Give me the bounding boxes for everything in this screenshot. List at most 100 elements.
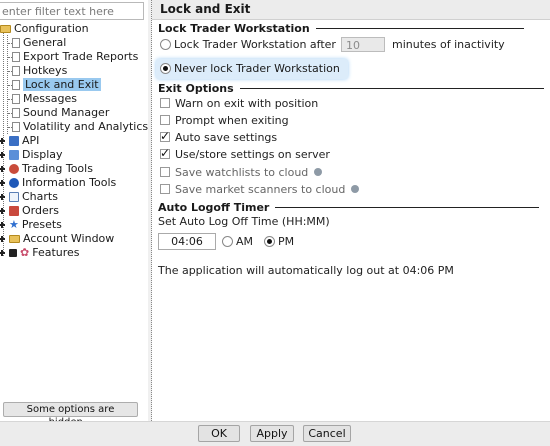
tree-item-label: Presets	[21, 218, 62, 231]
tree-item-features[interactable]: ✿ Features	[0, 246, 80, 260]
hidden-options-button[interactable]: Some options are hidden...	[3, 402, 138, 428]
panel-splitter[interactable]	[148, 0, 152, 421]
warn-on-exit-checkbox[interactable]	[160, 98, 170, 108]
tree-item-label: Lock and Exit	[23, 78, 101, 91]
tree-item-label: Account Window	[23, 232, 115, 245]
save-watchlists-option[interactable]: Save watchlists to cloud	[160, 165, 323, 181]
warn-on-exit-option[interactable]: Warn on exit with position	[160, 96, 318, 112]
pm-radio[interactable]	[264, 235, 275, 247]
minutes-suffix: minutes of inactivity	[392, 38, 505, 51]
tree-item-label: Export Trade Reports	[23, 50, 139, 63]
auto-save-checkbox[interactable]	[160, 128, 170, 144]
tree-item-api[interactable]: API	[0, 134, 39, 148]
never-lock-option[interactable]: Never lock Trader Workstation	[156, 59, 348, 79]
inactivity-minutes-input[interactable]: 10	[341, 37, 385, 52]
tree-item-information-tools[interactable]: Information Tools	[0, 176, 116, 190]
tree-item-label: Hotkeys	[23, 64, 68, 77]
am-label: AM	[236, 235, 254, 248]
tree-item-export-trade-reports[interactable]: Export Trade Reports	[12, 50, 138, 64]
tree-item-general[interactable]: General	[12, 36, 66, 50]
section-divider	[239, 88, 544, 89]
option-label: Save market scanners to cloud	[175, 183, 346, 196]
logoff-time-input[interactable]: 04:06	[158, 233, 216, 250]
page-icon	[12, 122, 20, 132]
tree-item-sound-manager[interactable]: Sound Manager	[12, 106, 109, 120]
option-label: Warn on exit with position	[175, 97, 319, 110]
page-icon	[12, 38, 20, 48]
section-divider	[275, 207, 540, 208]
tree-item-messages[interactable]: Messages	[12, 92, 77, 106]
tree-item-label: Sound Manager	[23, 106, 110, 119]
section-title: Exit Options	[158, 82, 234, 95]
tree-item-display[interactable]: Display	[0, 148, 63, 162]
lock-after-option[interactable]: Lock Trader Workstation after	[160, 37, 336, 53]
page-icon	[12, 80, 20, 90]
monitor-icon	[9, 150, 19, 160]
pm-label: PM	[278, 235, 295, 248]
folder-icon	[9, 235, 20, 243]
prompt-when-exiting-option[interactable]: Prompt when exiting	[160, 113, 289, 129]
trading-tools-icon	[9, 164, 19, 174]
expand-icon[interactable]	[0, 250, 5, 256]
section-divider	[315, 28, 524, 29]
page-icon	[12, 66, 20, 76]
option-label: Save watchlists to cloud	[175, 166, 309, 179]
option-label: Auto save settings	[175, 131, 278, 144]
expand-icon[interactable]	[0, 222, 5, 228]
info-icon[interactable]	[351, 185, 360, 193]
am-option[interactable]: AM	[222, 234, 253, 250]
section-title: Auto Logoff Timer	[158, 201, 270, 214]
lock-after-radio[interactable]	[160, 38, 171, 50]
checkbox-icon[interactable]	[9, 249, 17, 257]
logoff-section-heading: Auto Logoff Timer	[158, 201, 540, 214]
section-title: Lock Trader Workstation	[158, 22, 310, 35]
page-icon	[12, 52, 20, 62]
expand-icon[interactable]	[0, 166, 5, 172]
apply-button[interactable]: Apply	[250, 425, 294, 442]
option-label: Prompt when exiting	[175, 114, 289, 127]
am-radio[interactable]	[222, 235, 233, 247]
expand-icon[interactable]	[0, 180, 5, 186]
tree-item-label: Charts	[22, 190, 58, 203]
tree-item-volatility-and-analytics[interactable]: Volatility and Analytics	[12, 120, 148, 134]
never-lock-radio[interactable]	[160, 62, 171, 74]
tree-item-configuration[interactable]: Configuration	[0, 22, 89, 36]
lock-after-label: Lock Trader Workstation after	[174, 38, 336, 51]
store-on-server-option[interactable]: Use/store settings on server	[160, 145, 330, 163]
auto-save-option[interactable]: Auto save settings	[160, 128, 278, 146]
info-icon[interactable]	[314, 168, 323, 176]
star-icon: ★	[9, 218, 19, 231]
expand-icon[interactable]	[0, 152, 5, 158]
filter-input[interactable]	[0, 2, 144, 20]
tree-item-label: Orders	[22, 204, 59, 217]
tree-item-orders[interactable]: Orders	[0, 204, 59, 218]
tree-item-trading-tools[interactable]: Trading Tools	[0, 162, 93, 176]
save-scanners-checkbox[interactable]	[160, 184, 170, 194]
chart-icon	[9, 192, 19, 202]
api-icon	[9, 136, 19, 146]
never-lock-content: Never lock Trader Workstation	[158, 62, 340, 75]
tree-item-label: API	[22, 134, 40, 147]
expand-icon[interactable]	[0, 236, 5, 242]
expand-icon[interactable]	[0, 194, 5, 200]
panel-header: Lock and Exit	[152, 0, 550, 20]
save-watchlists-checkbox[interactable]	[160, 167, 170, 177]
tree-item-charts[interactable]: Charts	[0, 190, 58, 204]
logoff-time-label: Set Auto Log Off Time (HH:MM)	[158, 215, 330, 228]
save-scanners-option[interactable]: Save market scanners to cloud	[160, 182, 360, 198]
pm-option[interactable]: PM	[264, 234, 294, 250]
store-on-server-checkbox[interactable]	[160, 145, 170, 161]
tree-item-account-window[interactable]: Account Window	[0, 232, 114, 246]
tree-item-presets[interactable]: ★ Presets	[0, 218, 62, 232]
info-icon	[9, 178, 19, 188]
tree-item-label: Messages	[23, 92, 77, 105]
page-icon	[12, 108, 20, 118]
prompt-when-exiting-checkbox[interactable]	[160, 115, 170, 125]
expand-icon[interactable]	[0, 208, 5, 214]
tree-item-lock-and-exit[interactable]: Lock and Exit	[12, 78, 101, 92]
cancel-button[interactable]: Cancel	[303, 425, 351, 442]
ok-button[interactable]: OK	[198, 425, 240, 442]
tree-item-hotkeys[interactable]: Hotkeys	[12, 64, 67, 78]
features-icon: ✿	[20, 246, 30, 259]
expand-icon[interactable]	[0, 138, 5, 144]
